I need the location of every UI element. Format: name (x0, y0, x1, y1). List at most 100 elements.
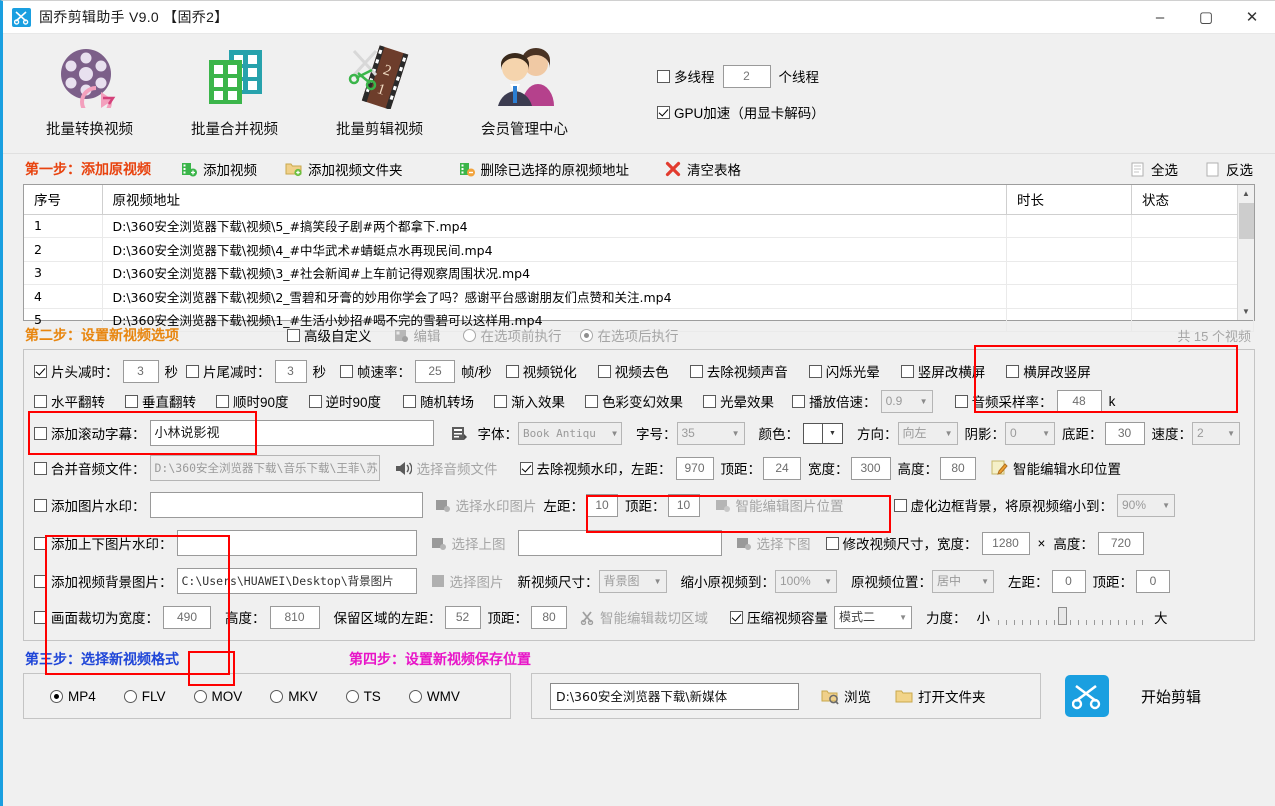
compress-checkbox[interactable] (730, 611, 743, 624)
framerate-input[interactable]: 25 (415, 360, 455, 383)
advanced-custom-option[interactable]: 高级自定义 (287, 325, 372, 345)
bottom-image-input[interactable] (518, 530, 722, 556)
crop-width-input[interactable]: 490 (163, 606, 211, 629)
multithread-checkbox[interactable] (657, 70, 670, 83)
framerate-option[interactable]: 帧速率： (340, 361, 411, 381)
speed-select[interactable]: 0.9 ▼ (881, 390, 933, 413)
table-row[interactable]: 3 D:\360安全浏览器下载\视频\3_#社会新闻#上车前记得观察周围状况.m… (24, 261, 1254, 285)
fadein-checkbox[interactable] (494, 395, 507, 408)
subtitle-color-picker[interactable]: ▼ (803, 423, 843, 444)
table-row[interactable]: 2 D:\360安全浏览器下载\视频\4_#中华武术#蜻蜓点水再现民间.mp4 (24, 238, 1254, 262)
head-trim-option[interactable]: 片头减时： (34, 361, 119, 381)
header-duration[interactable]: 时长 (1007, 185, 1132, 214)
open-folder-button[interactable]: 打开文件夹 (895, 686, 986, 706)
blur-background-select[interactable]: 90% ▼ (1117, 494, 1175, 517)
img-wm-left-input[interactable]: 10 (586, 494, 618, 517)
delete-selected-button[interactable]: 删除已选择的原视频地址 (459, 159, 630, 179)
choose-bottom-image-button[interactable]: 选择下图 (736, 533, 811, 553)
browse-button[interactable]: 浏览 (821, 686, 871, 706)
image-watermark-option[interactable]: 添加图片水印： (34, 495, 146, 515)
image-watermark-checkbox[interactable] (34, 499, 47, 512)
new-size-select[interactable]: 背景图 ▼ (599, 570, 667, 593)
shadow-select[interactable]: 0 ▼ (1005, 422, 1055, 445)
tool-clip-video[interactable]: 2 1 批量剪辑视频 (307, 40, 452, 139)
format-wmv-option[interactable]: WMV (409, 689, 460, 704)
crop-checkbox[interactable] (34, 611, 47, 624)
format-mov-radio[interactable] (194, 690, 207, 703)
horizontal-to-vertical-option[interactable]: 横屏改竖屏 (1006, 361, 1091, 381)
format-ts-radio[interactable] (346, 690, 359, 703)
resize-video-option[interactable]: 修改视频尺寸，宽度： (826, 533, 978, 553)
watermark-top-input[interactable]: 24 (763, 457, 801, 480)
remove-watermark-checkbox[interactable] (520, 462, 533, 475)
format-mkv-radio[interactable] (270, 690, 283, 703)
clear-table-button[interactable]: 清空表格 (665, 159, 741, 179)
video-position-select[interactable]: 居中 ▼ (932, 570, 994, 593)
scroll-subtitle-input[interactable]: 小林说影视 (150, 420, 434, 446)
crop-height-input[interactable]: 810 (270, 606, 320, 629)
smart-image-position-button[interactable]: 智能编辑图片位置 (715, 495, 844, 515)
speed-checkbox[interactable] (792, 395, 805, 408)
sharpen-option[interactable]: 视频锐化 (506, 361, 577, 381)
sharpen-checkbox[interactable] (506, 365, 519, 378)
tool-merge-video[interactable]: 批量合并视频 (162, 40, 307, 139)
top-bottom-watermark-option[interactable]: 添加上下图片水印： (34, 533, 173, 553)
table-scrollbar[interactable]: ▲ ▼ (1237, 185, 1254, 320)
format-mp4-radio[interactable] (50, 690, 63, 703)
rotate-ccw90-checkbox[interactable] (309, 395, 322, 408)
image-watermark-input[interactable] (150, 492, 423, 518)
add-video-button[interactable]: 添加视频 (181, 159, 257, 179)
tool-convert-video[interactable]: 批量转换视频 (17, 40, 162, 139)
vflip-checkbox[interactable] (125, 395, 138, 408)
fontsize-select[interactable]: 35 ▼ (677, 422, 745, 445)
fadein-option[interactable]: 渐入效果 (494, 391, 565, 411)
vertical-to-horizontal-checkbox[interactable] (901, 365, 914, 378)
start-scissors-icon[interactable] (1065, 675, 1109, 717)
random-transition-checkbox[interactable] (403, 395, 416, 408)
compress-mode-select[interactable]: 模式二 ▼ (834, 606, 912, 629)
tail-trim-option[interactable]: 片尾减时： (186, 361, 271, 381)
header-path[interactable]: 原视频地址 (102, 185, 1007, 214)
samplerate-option[interactable]: 音频采样率： (955, 391, 1053, 411)
blur-background-checkbox[interactable] (894, 499, 907, 512)
bg-top-input[interactable]: 0 (1136, 570, 1170, 593)
merge-audio-path-input[interactable]: D:\360安全浏览器下载\音乐下载\王菲\苏 (150, 455, 380, 481)
keep-top-input[interactable]: 80 (531, 606, 567, 629)
hflip-checkbox[interactable] (34, 395, 47, 408)
horizontal-to-vertical-checkbox[interactable] (1006, 365, 1019, 378)
samplerate-input[interactable]: 48 (1057, 390, 1102, 413)
save-path-input[interactable]: D:\360安全浏览器下载\新媒体 (550, 683, 799, 710)
mute-option[interactable]: 去除视频声音 (690, 361, 788, 381)
start-clip-label[interactable]: 开始剪辑 (1141, 686, 1201, 707)
img-wm-top-input[interactable]: 10 (668, 494, 700, 517)
font-select[interactable]: Book Antiqu ▼ (518, 422, 622, 445)
speed-option[interactable]: 播放倍速： (792, 391, 877, 411)
rotate-cw90-checkbox[interactable] (216, 395, 229, 408)
remove-watermark-option[interactable]: 去除视频水印，左距： (520, 458, 672, 478)
background-image-checkbox[interactable] (34, 575, 47, 588)
flicker-checkbox[interactable] (809, 365, 822, 378)
table-row[interactable]: 4 D:\360安全浏览器下载\视频\2_雪碧和牙膏的妙用你学会了吗？感谢平台感… (24, 285, 1254, 309)
resize-height-input[interactable]: 720 (1098, 532, 1144, 555)
start-clip-area[interactable]: 开始剪辑 (1065, 673, 1201, 719)
merge-audio-checkbox[interactable] (34, 462, 47, 475)
format-ts-option[interactable]: TS (346, 689, 381, 704)
invert-select-button[interactable]: 反选 (1206, 159, 1253, 179)
choose-watermark-image-button[interactable]: 选择水印图片 (435, 495, 537, 515)
close-button[interactable]: ✕ (1229, 1, 1275, 34)
edit-button[interactable]: 编辑 (394, 325, 441, 345)
top-image-input[interactable] (177, 530, 417, 556)
keep-left-input[interactable]: 52 (445, 606, 481, 629)
format-mov-option[interactable]: MOV (194, 689, 243, 704)
blur-background-option[interactable]: 虚化边框背景，将原视频缩小到： (894, 495, 1114, 515)
hflip-option[interactable]: 水平翻转 (34, 391, 105, 411)
background-image-input[interactable]: C:\Users\HUAWEI\Desktop\背景图片 (177, 568, 417, 594)
rotate-cw90-option[interactable]: 顺时90度 (216, 391, 289, 411)
halo-checkbox[interactable] (703, 395, 716, 408)
head-trim-checkbox[interactable] (34, 365, 47, 378)
add-folder-button[interactable]: 添加视频文件夹 (285, 159, 403, 179)
vertical-to-horizontal-option[interactable]: 竖屏改横屏 (901, 361, 986, 381)
flicker-option[interactable]: 闪烁光晕 (809, 361, 880, 381)
smart-crop-button[interactable]: 智能编辑裁切区域 (580, 607, 708, 627)
format-mp4-option[interactable]: MP4 (50, 689, 96, 704)
